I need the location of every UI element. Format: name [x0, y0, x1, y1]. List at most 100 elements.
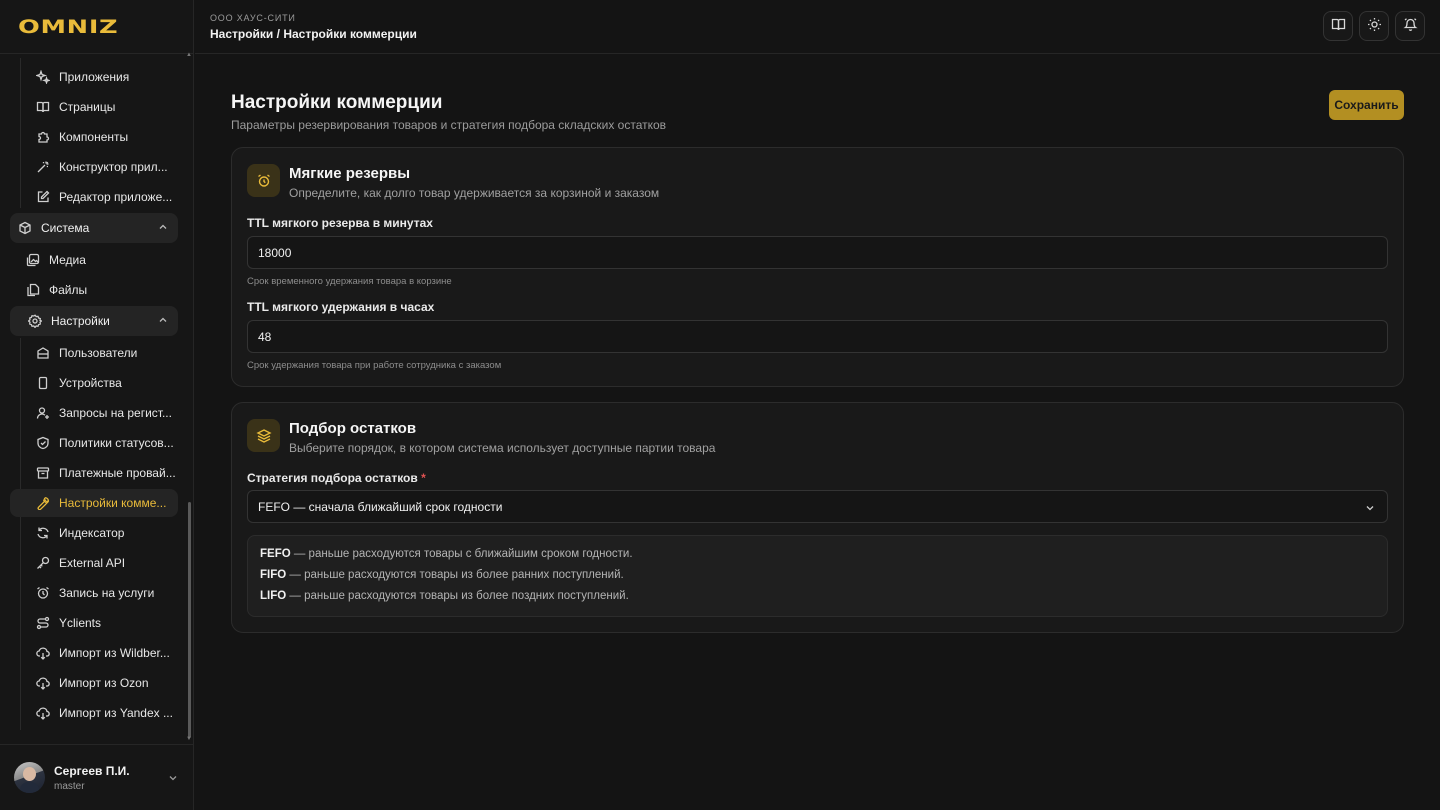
sidebar-item-service-booking[interactable]: Запись на услуги [26, 579, 178, 607]
ttl-minutes-input[interactable]: 18000 [247, 236, 1388, 269]
stock-picking-card: Подбор остатков Выберите порядок, в кото… [231, 402, 1404, 633]
card-description: Определите, как долго товар удерживается… [289, 186, 660, 200]
required-mark: * [421, 471, 426, 485]
sidebar-item-label: Устройства [59, 376, 122, 390]
info-line-lifo: LIFO — раньше расходуются товары из боле… [260, 590, 629, 602]
images-icon [26, 253, 40, 267]
card-title: Мягкие резервы [289, 165, 411, 182]
user-name: Сергеев П.И. [54, 763, 130, 778]
cloud-download-icon [36, 646, 50, 660]
nav-tree-line [20, 338, 21, 730]
user-menu[interactable]: Сергеев П.И. master [0, 744, 194, 810]
sidebar-item-import-yandex[interactable]: Импорт из Yandex ... [26, 699, 178, 727]
sidebar-item-label: Запросы на регист... [59, 406, 172, 420]
strategy-info-box: FEFO — раньше расходуются товары с ближа… [247, 535, 1388, 617]
sidebar-item-label: Yclients [59, 616, 102, 630]
sidebar-item-label: Индексатор [59, 526, 125, 540]
files-icon [26, 283, 40, 297]
book-open-icon [36, 100, 50, 114]
ttl-minutes-label: TTL мягкого резерва в минутах [247, 216, 433, 230]
sparkles-icon [36, 70, 50, 84]
info-term: LIFO [260, 590, 287, 602]
wrench-icon [36, 496, 50, 510]
strategy-selected-value: FEFO — сначала ближайший срок годности [258, 499, 503, 514]
sun-icon [1367, 17, 1382, 35]
sidebar-item-label: Политики статусов... [59, 436, 174, 450]
sidebar-item-label: Медиа [49, 253, 86, 267]
page-title: Настройки коммерции [231, 92, 443, 113]
sidebar-item-label: Файлы [49, 283, 88, 297]
edit-icon [36, 190, 50, 204]
sidebar-item-commerce-settings[interactable]: Настройки комме... [10, 489, 178, 517]
card-description: Выберите порядок, в котором система испо… [289, 441, 716, 455]
sidebar-item-app-builder[interactable]: Конструктор прил... [26, 153, 178, 181]
sidebar-item-payment-providers[interactable]: Платежные провай... [26, 459, 178, 487]
docs-button[interactable] [1323, 11, 1353, 41]
strategy-select[interactable]: FEFO — сначала ближайший срок годности [247, 490, 1388, 523]
strategy-label: Стратегия подбора остатков * [247, 471, 426, 485]
info-text: — раньше расходуются товары из более ран… [286, 569, 624, 581]
sidebar-item-label: Платежные провай... [59, 466, 176, 480]
sidebar-item-media[interactable]: Медиа [16, 246, 168, 274]
key-icon [36, 556, 50, 570]
info-line-fifo: FIFO — раньше расходуются товары из боле… [260, 569, 624, 581]
app-root: OMNIZ ▲ Приложения Страницы Компоненты К… [0, 0, 1440, 810]
chevron-down-icon[interactable] [168, 771, 178, 786]
sidebar-item-label: Редактор приложе... [59, 190, 173, 204]
ttl-hours-input[interactable]: 48 [247, 320, 1388, 353]
layers-icon [247, 419, 280, 452]
sidebar-item-label: Приложения [59, 70, 130, 84]
breadcrumb: Настройки / Настройки коммерции [210, 27, 417, 41]
sidebar-item-apps[interactable]: Приложения [26, 63, 178, 91]
scroll-down-arrow[interactable]: ▼ [186, 736, 192, 742]
bell-icon [1402, 17, 1418, 35]
sidebar-section-system[interactable]: Система [10, 213, 178, 243]
chevron-up-icon[interactable] [158, 314, 168, 328]
alarm-icon [36, 586, 50, 600]
save-button[interactable]: Сохранить [1329, 90, 1404, 120]
sidebar-section-label: Настройки [51, 314, 110, 328]
sidebar-item-external-api[interactable]: External API [26, 549, 178, 577]
device-icon [36, 376, 50, 390]
cloud-download-icon [36, 706, 50, 720]
cloud-download-icon [36, 676, 50, 690]
ttl-hours-label: TTL мягкого удержания в часах [247, 300, 435, 314]
notifications-button[interactable] [1395, 11, 1425, 41]
sidebar: OMNIZ ▲ Приложения Страницы Компоненты К… [0, 0, 194, 810]
sidebar-section-settings[interactable]: Настройки [10, 306, 178, 336]
sidebar-item-import-ozon[interactable]: Импорт из Ozon [26, 669, 178, 697]
sidebar-item-import-wildberries[interactable]: Импорт из Wildber... [26, 639, 178, 667]
sidebar-item-users[interactable]: Пользователи [26, 339, 178, 367]
sidebar-item-pages[interactable]: Страницы [26, 93, 178, 121]
alarm-clock-icon [247, 164, 280, 197]
info-term: FIFO [260, 569, 287, 581]
sidebar-item-label: Страницы [59, 100, 116, 114]
sidebar-item-yclients[interactable]: Yclients [26, 609, 178, 637]
sidebar-item-label: Пользователи [59, 346, 138, 360]
users-icon [36, 346, 50, 360]
sidebar-item-status-policies[interactable]: Политики статусов... [26, 429, 178, 457]
sidebar-item-registration-requests[interactable]: Запросы на регист... [26, 399, 178, 427]
archive-icon [36, 466, 50, 480]
sidebar-item-app-editor[interactable]: Редактор приложе... [26, 183, 178, 211]
refresh-icon [36, 526, 50, 540]
scroll-up-arrow[interactable]: ▲ [186, 52, 192, 58]
sidebar-item-indexer[interactable]: Индексатор [26, 519, 178, 547]
main-content: Настройки коммерции Параметры резервиров… [195, 54, 1440, 810]
strategy-label-text: Стратегия подбора остатков [247, 471, 418, 485]
chevron-up-icon[interactable] [158, 221, 168, 235]
sidebar-scrollbar[interactable] [188, 502, 191, 738]
nav-tree-line [20, 58, 21, 208]
ttl-hours-hint: Срок удержания товара при работе сотрудн… [247, 360, 502, 371]
sidebar-item-files[interactable]: Файлы [16, 276, 168, 304]
wand-icon [36, 160, 50, 174]
sidebar-item-label: Компоненты [59, 130, 129, 144]
info-line-fefo: FEFO — раньше расходуются товары с ближа… [260, 548, 633, 560]
sidebar-item-devices[interactable]: Устройства [26, 369, 178, 397]
sidebar-item-label: Импорт из Wildber... [59, 646, 170, 660]
logo-bar: OMNIZ [0, 0, 193, 54]
sidebar-item-components[interactable]: Компоненты [26, 123, 178, 151]
theme-toggle-button[interactable] [1359, 11, 1389, 41]
chevron-down-icon [1365, 502, 1375, 516]
brand-logo[interactable]: OMNIZ [18, 16, 118, 38]
